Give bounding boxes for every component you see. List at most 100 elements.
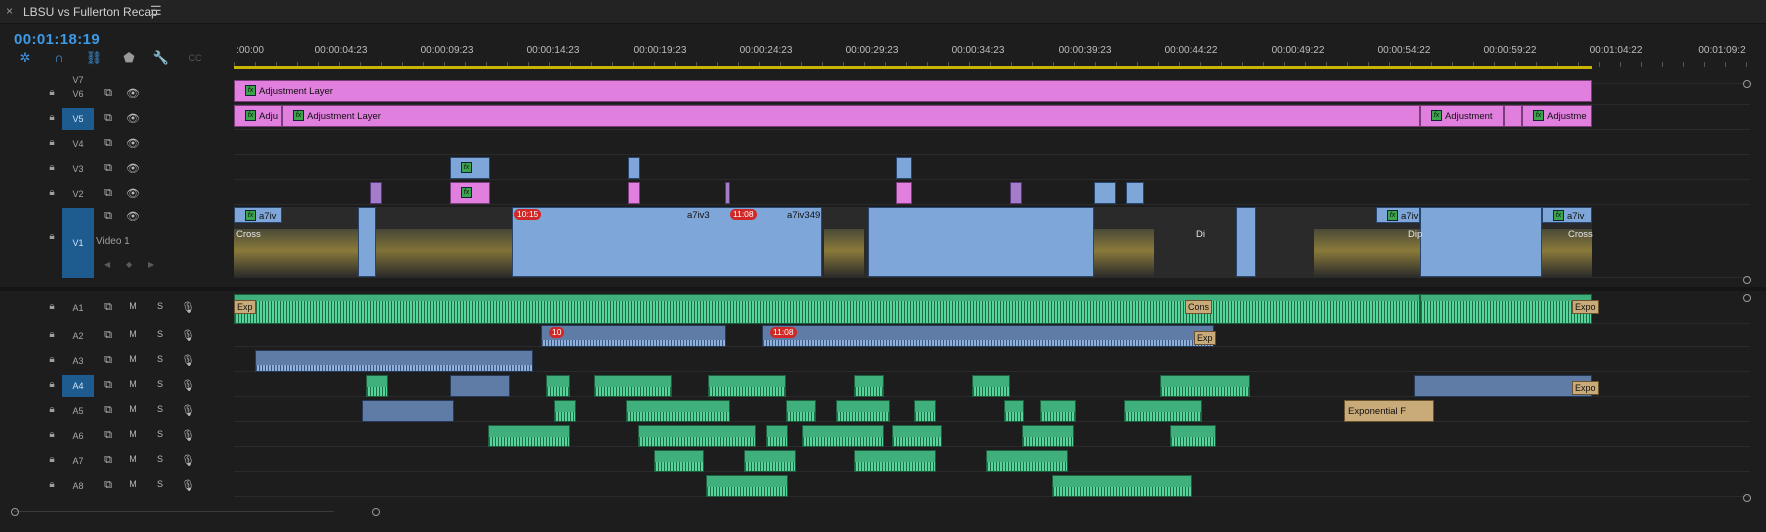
adjustment-clip[interactable]: fx Adjustme (1522, 105, 1592, 127)
mute-button[interactable]: M (126, 301, 140, 311)
lock-icon[interactable]: 🔒︎ (46, 301, 58, 313)
audio-track-header-a6[interactable]: 🔒︎ A6 ⧉ M S 🎙︎ (0, 425, 234, 447)
mute-button[interactable]: M (126, 404, 140, 414)
previous-keyframe-icon[interactable]: ◀ (104, 260, 110, 269)
clip[interactable]: fx (450, 182, 490, 204)
video-track-header-v1[interactable]: 🔒︎ V1 ⧉ 👁︎ Video 1 ◀ ◆ ▶ (0, 208, 234, 278)
eye-icon[interactable]: 👁︎ (126, 162, 140, 175)
clip[interactable] (1094, 182, 1116, 204)
transition[interactable]: Cons (1185, 300, 1213, 314)
close-icon[interactable]: × (6, 4, 13, 18)
audio-clip[interactable] (594, 375, 672, 397)
audio-clip[interactable] (488, 425, 570, 447)
lock-icon[interactable]: 🔒︎ (46, 479, 58, 491)
clip[interactable] (512, 207, 822, 277)
audio-clip[interactable] (362, 400, 454, 422)
sync-lock-icon[interactable]: ⧉ (101, 162, 115, 175)
video-track-header-v3[interactable]: 🔒︎ V3 ⧉ 👁︎ (0, 158, 234, 180)
video-track-header-v4[interactable]: 🔒︎ V4 ⧉ 👁︎ (0, 133, 234, 155)
lock-icon[interactable]: 🔒︎ (46, 454, 58, 466)
transition[interactable]: Exp (1194, 331, 1216, 345)
clip[interactable] (358, 207, 376, 277)
sync-lock-icon[interactable]: ⧉ (101, 479, 115, 492)
eye-icon[interactable]: 👁︎ (126, 87, 140, 100)
sync-lock-icon[interactable]: ⧉ (101, 112, 115, 125)
adjustment-layer-clip[interactable]: fx Adjustment Layer (234, 80, 1592, 102)
audio-clip[interactable] (546, 375, 570, 397)
microphone-icon[interactable]: 🎙︎ (181, 354, 195, 367)
lock-icon[interactable]: 🔒︎ (46, 137, 58, 149)
audio-clip[interactable] (234, 294, 1420, 324)
eye-icon[interactable]: 👁︎ (126, 210, 140, 223)
microphone-icon[interactable]: 🎙︎ (181, 301, 195, 314)
vertical-zoom-handle[interactable] (1743, 494, 1751, 502)
clip[interactable] (725, 182, 730, 204)
audio-clip[interactable] (1420, 294, 1592, 324)
solo-button[interactable]: S (153, 404, 167, 414)
eye-icon[interactable]: 👁︎ (126, 137, 140, 150)
track-name[interactable]: A3 (62, 350, 94, 372)
adjustment-clip[interactable]: fx Adju (234, 105, 282, 127)
transition[interactable]: Expo (1572, 381, 1599, 395)
audio-lane[interactable] (234, 475, 1750, 497)
microphone-icon[interactable]: 🎙︎ (181, 404, 195, 417)
mute-button[interactable]: M (126, 479, 140, 489)
audio-clip[interactable] (450, 375, 510, 397)
sequence-title[interactable]: LBSU vs Fullerton Recap (23, 5, 158, 19)
video-track-header-v6[interactable]: 🔒︎ V6 ⧉ 👁︎ (0, 83, 234, 105)
lock-icon[interactable]: 🔒︎ (46, 354, 58, 366)
clip[interactable] (1420, 207, 1542, 277)
sync-lock-icon[interactable]: ⧉ (101, 329, 115, 342)
audio-clip[interactable] (986, 450, 1068, 472)
microphone-icon[interactable]: 🎙︎ (181, 429, 195, 442)
mute-button[interactable]: M (126, 379, 140, 389)
track-name[interactable]: V1 (62, 208, 94, 278)
video-audio-divider[interactable] (0, 287, 1766, 291)
lock-icon[interactable]: 🔒︎ (46, 187, 58, 199)
audio-clip[interactable] (836, 400, 890, 422)
audio-clip[interactable] (1040, 400, 1076, 422)
track-name[interactable]: A1 (62, 297, 94, 319)
audio-clip[interactable] (541, 325, 726, 347)
lock-icon[interactable]: 🔒︎ (46, 162, 58, 174)
adjustment-clip[interactable]: fx Adjustment (1420, 105, 1504, 127)
audio-clip[interactable] (972, 375, 1010, 397)
lock-icon[interactable]: 🔒︎ (46, 87, 58, 99)
track-name[interactable]: V4 (62, 133, 94, 155)
clip[interactable]: fx (450, 157, 490, 179)
audio-clip[interactable] (654, 450, 704, 472)
captions-icon[interactable]: CC (186, 53, 204, 63)
audio-clip[interactable] (1414, 375, 1592, 397)
sync-lock-icon[interactable]: ⧉ (101, 187, 115, 200)
lock-icon[interactable]: 🔒︎ (46, 112, 58, 124)
audio-clip[interactable] (766, 425, 788, 447)
add-keyframe-icon[interactable]: ◆ (126, 260, 132, 269)
transition[interactable]: Exp (234, 300, 256, 314)
lock-icon[interactable]: 🔒︎ (46, 429, 58, 441)
horizontal-zoom-handle[interactable] (11, 508, 19, 516)
audio-clip[interactable] (786, 400, 816, 422)
audio-clip[interactable] (626, 400, 730, 422)
sync-lock-icon[interactable]: ⧉ (101, 87, 115, 100)
clip-header[interactable]: fx a7iv (1376, 207, 1420, 223)
audio-clip[interactable] (1004, 400, 1024, 422)
sync-lock-icon[interactable]: ⧉ (101, 301, 115, 314)
audio-clip[interactable] (366, 375, 388, 397)
audio-clip[interactable]: Exponential F (1344, 400, 1434, 422)
clip[interactable] (1010, 182, 1022, 204)
audio-clip[interactable] (854, 450, 936, 472)
vertical-zoom-handle[interactable] (1743, 276, 1751, 284)
audio-track-header-a5[interactable]: 🔒︎ A5 ⧉ M S 🎙︎ (0, 400, 234, 422)
horizontal-scrollbar[interactable] (14, 511, 334, 519)
audio-track-header-a7[interactable]: 🔒︎ A7 ⧉ M S 🎙︎ (0, 450, 234, 472)
track-name[interactable]: A7 (62, 450, 94, 472)
transition[interactable]: Expo (1572, 300, 1599, 314)
sync-lock-icon[interactable]: ⧉ (101, 137, 115, 150)
sync-lock-icon[interactable]: ⧉ (101, 429, 115, 442)
audio-clip[interactable] (762, 325, 1214, 347)
track-name[interactable]: V6 (62, 83, 94, 105)
microphone-icon[interactable]: 🎙︎ (181, 329, 195, 342)
lock-icon[interactable]: 🔒︎ (46, 231, 58, 243)
microphone-icon[interactable]: 🎙︎ (181, 454, 195, 467)
mute-button[interactable]: M (126, 454, 140, 464)
